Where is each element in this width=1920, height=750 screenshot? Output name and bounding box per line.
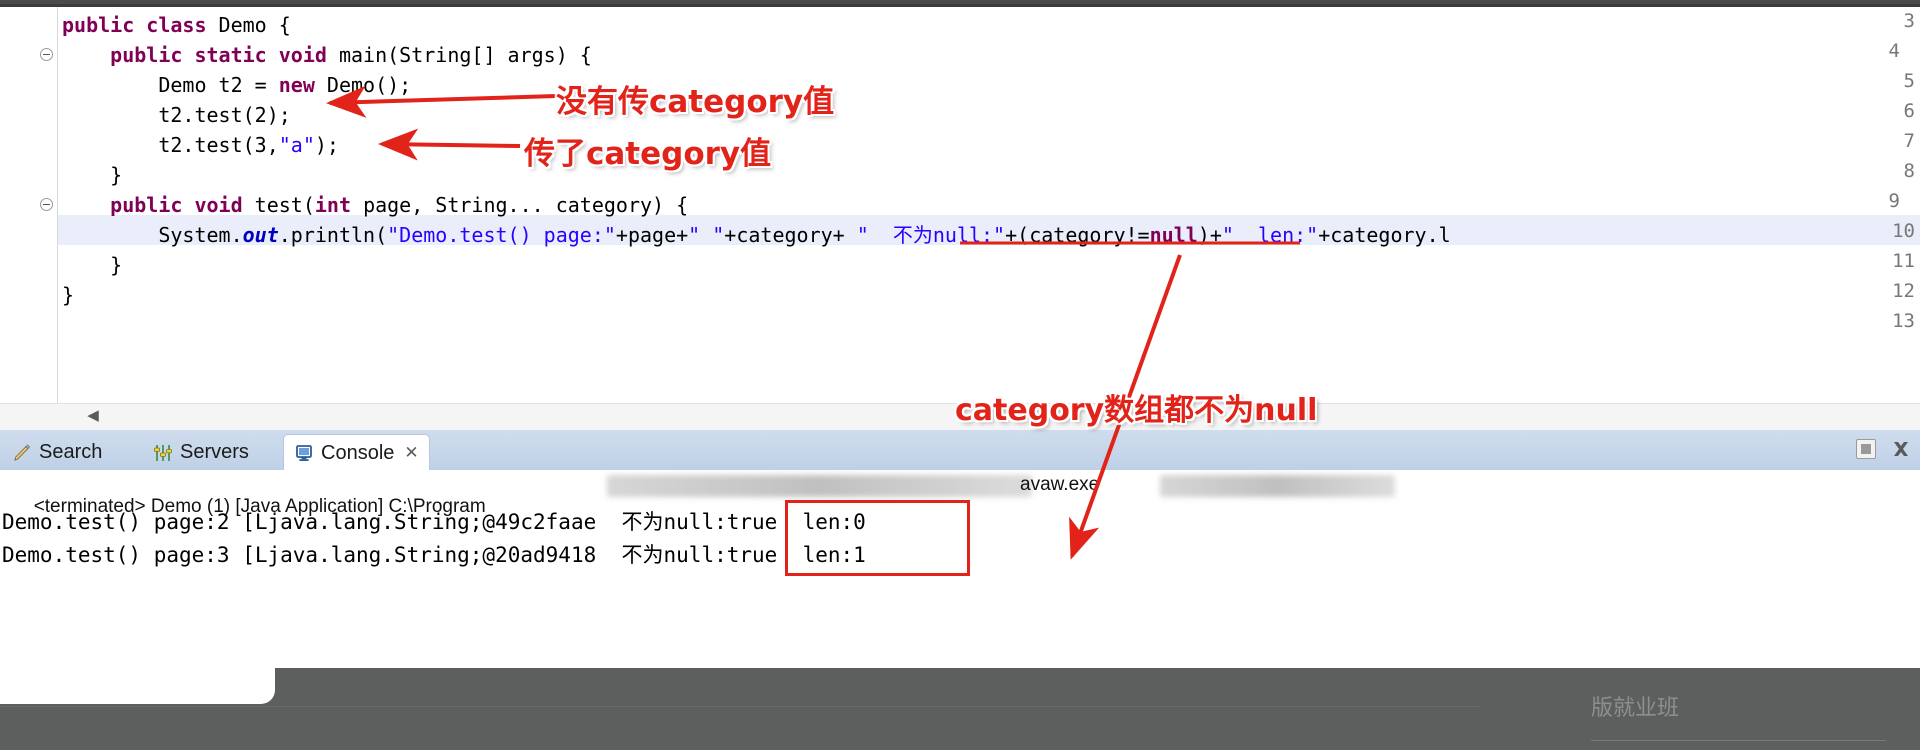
editor-horizontal-scrollbar[interactable] <box>0 403 1920 430</box>
console-path-redaction-1 <box>607 475 1032 497</box>
editor-line-number: 4 <box>1888 40 1900 62</box>
watermark-underline <box>1591 740 1886 741</box>
fold-toggle-icon[interactable] <box>40 48 53 61</box>
editor-line-number: 13 <box>1892 310 1915 332</box>
console-output-left: Demo.test() page:3 [Ljava.lang.String;@2… <box>2 543 622 567</box>
fold-toggle-icon[interactable] <box>40 198 53 211</box>
tab-servers-label: Servers <box>180 441 249 463</box>
console-output-boxed: 不为null:true <box>621 543 778 567</box>
editor-code-line[interactable]: System.out.println("Demo.test() page:"+p… <box>62 220 1450 250</box>
editor-code-line[interactable]: } <box>62 280 74 310</box>
bottom-bar: 版就业班 <box>0 652 1920 750</box>
editor-code-line[interactable]: t2.test(2); <box>62 100 290 130</box>
close-icon[interactable] <box>1890 438 1912 460</box>
pencil-icon <box>12 443 32 463</box>
gray-panel-notch <box>0 668 275 704</box>
editor-code-line[interactable]: public static void main(String[] args) { <box>62 40 592 70</box>
servers-icon <box>153 443 173 463</box>
window-top-strip-highlight <box>0 0 1920 4</box>
bottom-view-stack: Search Servers Console ✕ <terminated> De… <box>0 430 1920 652</box>
console-terminated-suffix: avaw.exe <box>1020 474 1100 495</box>
gray-overlay-panel: 版就业班 <box>0 668 1920 750</box>
console-output-line: Demo.test() page:2 [Ljava.lang.String;@4… <box>2 506 866 536</box>
tab-console-label: Console <box>321 441 395 464</box>
editor-line-number: 6 <box>1903 100 1915 122</box>
editor-line-number: 3 <box>1903 10 1915 32</box>
tab-console[interactable]: Console ✕ <box>283 434 430 471</box>
editor-line-number: 7 <box>1903 130 1915 152</box>
editor-code-line[interactable]: t2.test(3,"a"); <box>62 130 339 160</box>
editor-line-number: 5 <box>1903 70 1915 92</box>
console-icon <box>294 443 314 463</box>
editor-code-line[interactable]: public class Demo { <box>62 10 291 40</box>
code-editor[interactable]: 3 public class Demo { 4 public static void… <box>0 7 1920 430</box>
tab-search-label: Search <box>39 441 103 463</box>
stop-icon[interactable] <box>1856 439 1876 459</box>
editor-code-line[interactable]: Demo t2 = new Demo(); <box>62 70 411 100</box>
tab-close-icon[interactable]: ✕ <box>404 443 418 463</box>
editor-line-number: 12 <box>1892 280 1915 302</box>
console-output-line: Demo.test() page:3 [Ljava.lang.String;@2… <box>2 539 866 569</box>
console-highlight-box <box>785 500 970 576</box>
console-path-redaction-2 <box>1160 475 1395 497</box>
console-output-boxed: 不为null:true <box>621 510 778 534</box>
console-toolbar <box>1856 438 1912 460</box>
view-tab-bar: Search Servers Console ✕ <box>0 430 1920 471</box>
tab-servers[interactable]: Servers <box>143 435 259 470</box>
editor-code-line[interactable]: } <box>62 160 122 190</box>
editor-code-line[interactable]: public void test(int page, String... cat… <box>62 190 688 220</box>
gray-panel-divider <box>0 706 1480 707</box>
editor-code-line[interactable]: } <box>62 250 122 280</box>
console-output-area[interactable]: <terminated> Demo (1) [Java Application]… <box>0 470 1920 652</box>
watermark-text: 版就业班 <box>1591 695 1680 720</box>
editor-line-number: 8 <box>1903 160 1915 182</box>
console-output-left: Demo.test() page:2 [Ljava.lang.String;@4… <box>2 510 622 534</box>
scroll-left-arrow-icon[interactable]: ◀ <box>86 408 100 423</box>
editor-line-number-gutter <box>0 7 57 430</box>
editor-line-number: 11 <box>1892 250 1915 272</box>
editor-line-number: 10 <box>1892 220 1915 242</box>
editor-line-number: 9 <box>1888 190 1900 212</box>
tab-search[interactable]: Search <box>2 435 112 470</box>
